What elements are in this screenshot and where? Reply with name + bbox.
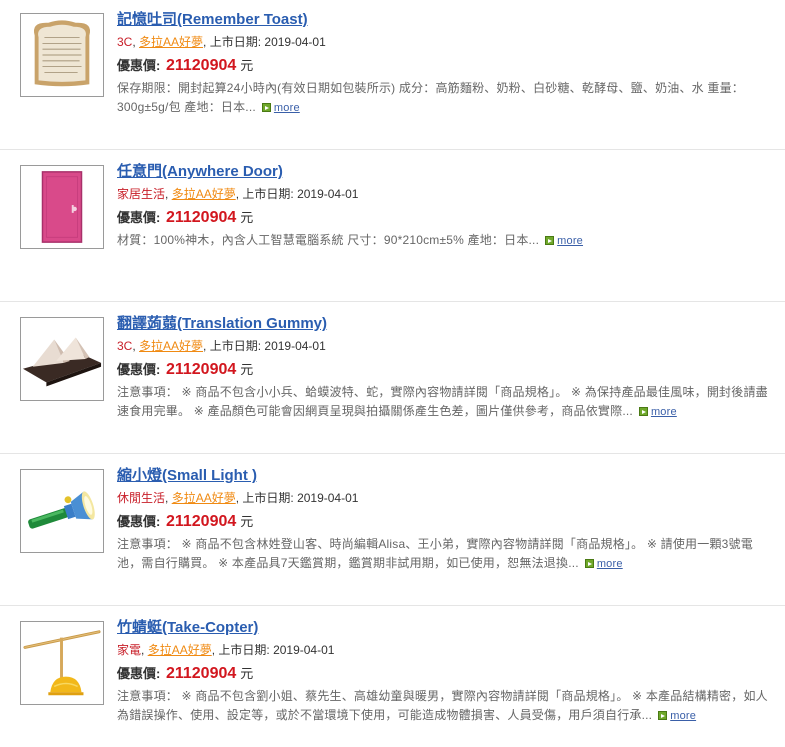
more-link[interactable]: more [584, 555, 623, 574]
category-label: 家居生活 [117, 187, 166, 201]
product-title-link[interactable]: 竹蜻蜓(Take-Copter) [117, 618, 775, 638]
price-row: 優惠價: 21120904 元 [117, 512, 775, 532]
product-title-link[interactable]: 記憶吐司(Remember Toast) [117, 10, 775, 30]
description-text: 保存期限：開封起算24小時內(有效日期如包裝所示) 成分：高筋麵粉、奶粉、白砂糖… [117, 81, 745, 114]
door-image[interactable] [20, 165, 104, 249]
price-row: 優惠價: 21120904 元 [117, 360, 775, 380]
release-date-label: 上市日期: [209, 35, 262, 49]
list-item: 縮小燈(Small Light ) 休閒生活, 多拉AA好夢, 上市日期: 20… [0, 454, 785, 606]
product-title-link[interactable]: 翻譯蒟蒻(Translation Gummy) [117, 314, 775, 334]
product-title-link[interactable]: 縮小燈(Small Light ) [117, 466, 775, 486]
currency-unit: 元 [240, 666, 254, 681]
product-meta: 家居生活, 多拉AA好夢, 上市日期: 2019-04-01 [117, 187, 359, 201]
release-date-label: 上市日期: [209, 339, 262, 353]
product-meta: 3C, 多拉AA好夢, 上市日期: 2019-04-01 [117, 339, 326, 353]
copter-image[interactable] [20, 621, 104, 705]
brand-link[interactable]: 多拉AA好夢 [139, 35, 203, 49]
more-link[interactable]: more [545, 232, 583, 251]
currency-unit: 元 [240, 210, 254, 225]
flashlight-image[interactable] [20, 469, 104, 553]
release-date: 2019-04-01 [297, 187, 359, 201]
currency-unit: 元 [240, 514, 254, 529]
currency-unit: 元 [240, 58, 254, 73]
product-description: 注意事項： ※ 商品不包含劉小姐、蔡先生、高雄幼童與暖男，實際內容物請詳閱「商品… [117, 687, 775, 726]
release-date: 2019-04-01 [264, 339, 326, 353]
more-link[interactable]: more [261, 99, 300, 118]
gummy-image[interactable] [20, 317, 104, 401]
product-meta: 休閒生活, 多拉AA好夢, 上市日期: 2019-04-01 [117, 491, 359, 505]
price-label: 優惠價: [117, 58, 161, 73]
description-text: 注意事項： ※ 商品不包含林姓登山客、時尚編輯Alisa、王小弟，實際內容物請詳… [117, 537, 753, 570]
price-label: 優惠價: [117, 666, 161, 681]
product-description: 注意事項： ※ 商品不包含林姓登山客、時尚編輯Alisa、王小弟，實際內容物請詳… [117, 535, 775, 574]
price-row: 優惠價: 21120904 元 [117, 208, 775, 228]
list-item: 竹蜻蜓(Take-Copter) 家電, 多拉AA好夢, 上市日期: 2019-… [0, 606, 785, 747]
price-label: 優惠價: [117, 514, 161, 529]
list-item: 翻譯蒟蒻(Translation Gummy) 3C, 多拉AA好夢, 上市日期… [0, 302, 785, 454]
category-label: 家電 [117, 643, 142, 657]
brand-link[interactable]: 多拉AA好夢 [148, 643, 212, 657]
product-description: 保存期限：開封起算24小時內(有效日期如包裝所示) 成分：高筋麵粉、奶粉、白砂糖… [117, 79, 775, 118]
price-value: 21120904 [165, 361, 237, 378]
category-label: 休閒生活 [117, 491, 166, 505]
price-value: 21120904 [165, 209, 237, 226]
price-row: 優惠價: 21120904 元 [117, 664, 775, 684]
release-date: 2019-04-01 [264, 35, 326, 49]
release-date-label: 上市日期: [242, 187, 294, 201]
price-row: 優惠價: 21120904 元 [117, 56, 775, 76]
more-link[interactable]: more [638, 403, 677, 422]
list-item: 任意門(Anywhere Door) 家居生活, 多拉AA好夢, 上市日期: 2… [0, 150, 785, 302]
release-date-label: 上市日期: [242, 491, 294, 505]
price-value: 21120904 [165, 513, 237, 530]
price-label: 優惠價: [117, 362, 161, 377]
release-date: 2019-04-01 [297, 491, 359, 505]
product-list: 記憶吐司(Remember Toast) 3C, 多拉AA好夢, 上市日期: 2… [0, 0, 785, 747]
product-description: 材質：100%神木，內含人工智慧電腦系統 尺寸：90*210cm±5% 產地：日… [117, 231, 775, 251]
release-date-label: 上市日期: [218, 643, 270, 657]
list-item: 記憶吐司(Remember Toast) 3C, 多拉AA好夢, 上市日期: 2… [0, 0, 785, 150]
arrow-right-icon [638, 407, 648, 416]
arrow-right-icon [584, 559, 594, 568]
price-value: 21120904 [165, 57, 237, 74]
toast-image[interactable] [20, 13, 104, 97]
product-description: 注意事項： ※ 商品不包含小小兵、蛤蟆波特、蛇，實際內容物請詳閱「商品規格」。 … [117, 383, 775, 422]
product-meta: 3C, 多拉AA好夢, 上市日期: 2019-04-01 [117, 35, 326, 49]
arrow-right-icon [658, 711, 668, 720]
category-label: 3C [117, 35, 133, 49]
arrow-right-icon [545, 236, 555, 245]
price-value: 21120904 [165, 665, 237, 682]
release-date: 2019-04-01 [273, 643, 335, 657]
brand-link[interactable]: 多拉AA好夢 [139, 339, 203, 353]
currency-unit: 元 [240, 362, 254, 377]
category-label: 3C [117, 339, 133, 353]
product-meta: 家電, 多拉AA好夢, 上市日期: 2019-04-01 [117, 643, 335, 657]
product-title-link[interactable]: 任意門(Anywhere Door) [117, 162, 775, 182]
more-link[interactable]: more [658, 707, 696, 726]
description-text: 材質：100%神木，內含人工智慧電腦系統 尺寸：90*210cm±5% 產地：日… [117, 233, 540, 247]
brand-link[interactable]: 多拉AA好夢 [172, 491, 236, 505]
arrow-right-icon [261, 103, 271, 112]
brand-link[interactable]: 多拉AA好夢 [172, 187, 236, 201]
price-label: 優惠價: [117, 210, 161, 225]
